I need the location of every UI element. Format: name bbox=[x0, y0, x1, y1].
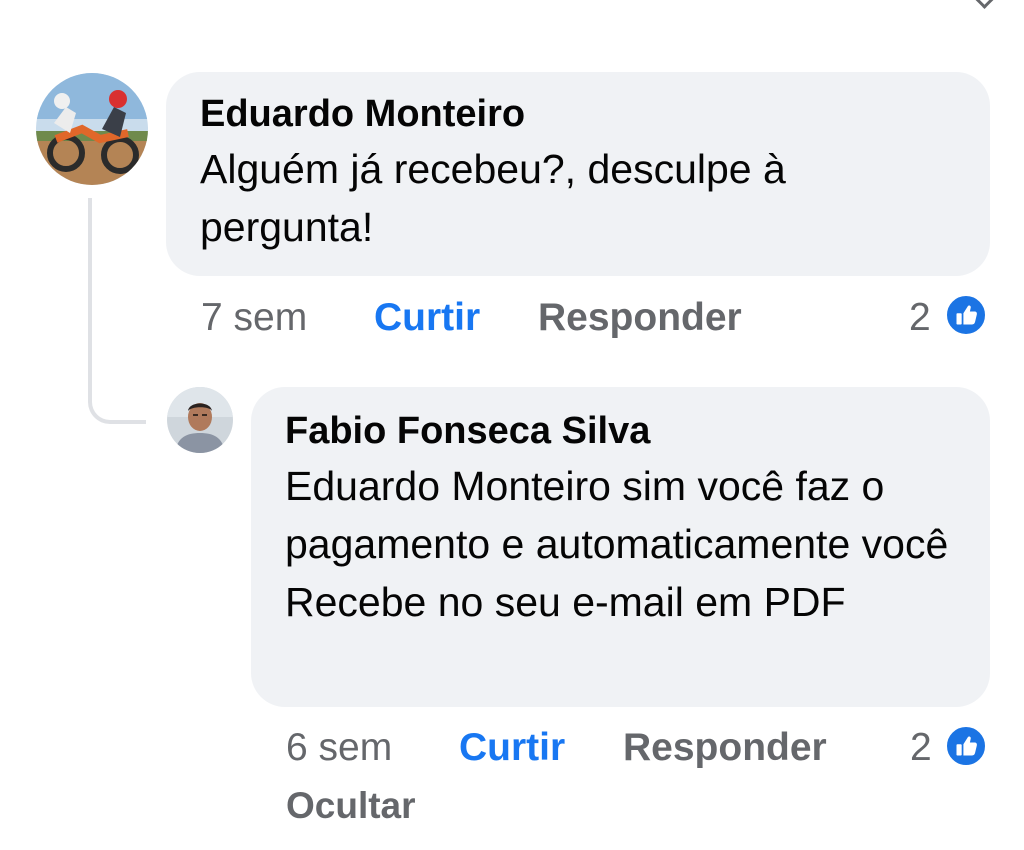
comment-bubble: Fabio Fonseca Silva Eduardo Monteiro sim… bbox=[251, 387, 990, 707]
comment-timestamp[interactable]: 7 sem bbox=[201, 296, 307, 340]
motocross-photo-icon bbox=[36, 73, 148, 185]
like-thumb-icon[interactable] bbox=[944, 724, 988, 768]
comment-thread: Eduardo Monteiro Alguém já recebeu?, des… bbox=[0, 0, 1024, 850]
comment-text: Alguém já recebeu?, desculpe à pergunta! bbox=[200, 146, 786, 250]
comment-timestamp[interactable]: 6 sem bbox=[286, 726, 392, 770]
comment-actions: 6 sem Curtir Responder 2 bbox=[286, 726, 1001, 772]
avatar[interactable] bbox=[167, 387, 233, 453]
like-button[interactable]: Curtir bbox=[459, 726, 565, 770]
like-thumb-icon[interactable] bbox=[944, 293, 988, 337]
comment-actions: 7 sem Curtir Responder 2 bbox=[201, 296, 1001, 342]
person-photo-icon bbox=[167, 387, 233, 453]
chevron-down-icon[interactable] bbox=[971, 0, 998, 9]
comment-bubble: Eduardo Monteiro Alguém já recebeu?, des… bbox=[166, 72, 990, 276]
like-button[interactable]: Curtir bbox=[374, 296, 480, 340]
thread-connector bbox=[88, 198, 146, 424]
comment-author[interactable]: Fabio Fonseca Silva bbox=[285, 409, 966, 453]
reaction-count[interactable]: 2 bbox=[910, 726, 932, 770]
reply-button[interactable]: Responder bbox=[623, 726, 827, 770]
comment-text: Eduardo Monteiro sim você faz o pagament… bbox=[285, 463, 949, 625]
hide-replies-button[interactable]: Ocultar bbox=[286, 784, 416, 828]
reply-button[interactable]: Responder bbox=[538, 296, 742, 340]
comment-author[interactable]: Eduardo Monteiro bbox=[200, 92, 960, 136]
reaction-count[interactable]: 2 bbox=[909, 296, 931, 340]
avatar[interactable] bbox=[36, 73, 148, 185]
